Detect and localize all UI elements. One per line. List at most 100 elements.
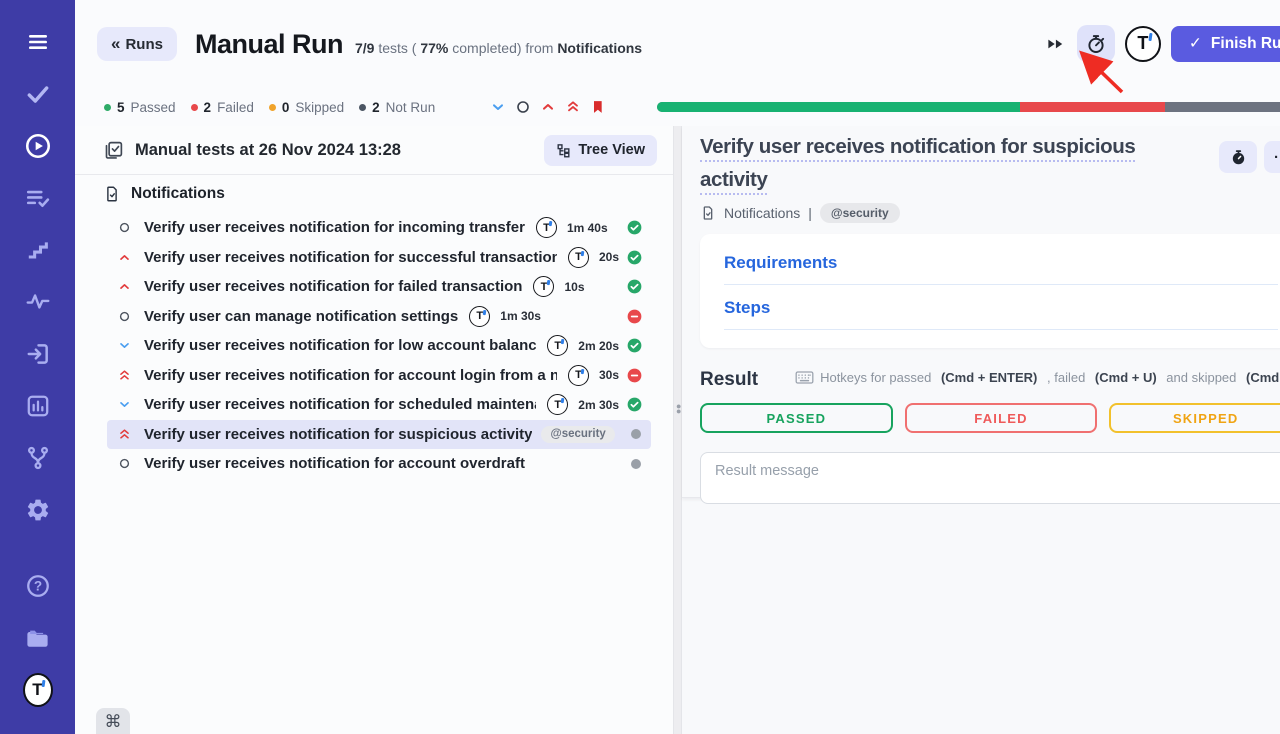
test-sections-card: Requirements Steps	[700, 234, 1280, 348]
steps-icon	[25, 237, 51, 263]
priority-normal-icon	[117, 221, 131, 234]
sidebar-item-help[interactable]: ?	[23, 572, 53, 600]
breadcrumb: Notifications	[724, 205, 800, 221]
test-row[interactable]: Verify user receives notification for lo…	[107, 331, 651, 361]
projects-folder-icon	[24, 625, 51, 652]
test-row-title: Verify user receives notification for lo…	[144, 337, 536, 354]
test-row-title: Verify user receives notification for in…	[144, 219, 525, 236]
sidebar-item-tasks[interactable]	[23, 80, 53, 108]
automation-logo-icon: T	[547, 394, 568, 415]
test-title[interactable]: Verify user receives notification for su…	[700, 130, 1162, 196]
more-icon: ···	[1274, 149, 1280, 166]
sidebar-item-test-plans[interactable]	[23, 184, 53, 212]
result-message-input[interactable]	[700, 452, 1280, 504]
content-split: Manual tests at 26 Nov 2024 13:28 Tree V…	[75, 126, 1280, 734]
sidebar-item-steps[interactable]	[23, 236, 53, 264]
automation-logo-icon: T	[469, 306, 490, 327]
test-row[interactable]: Verify user receives notification for su…	[107, 420, 651, 450]
test-row[interactable]: Verify user receives notification for su…	[107, 243, 651, 273]
test-row[interactable]: Verify user can manage notification sett…	[107, 302, 651, 332]
tree-view-button[interactable]: Tree View	[544, 135, 657, 166]
stat-failed: 2Failed	[191, 100, 254, 115]
section-requirements[interactable]: Requirements	[724, 240, 1278, 285]
status-notrun-icon	[622, 458, 642, 470]
test-row[interactable]: Verify user receives notification for in…	[107, 213, 651, 243]
user-avatar[interactable]: T	[1125, 26, 1161, 62]
skipped-dot-icon	[269, 104, 276, 111]
hotkeys-button[interactable]: ⌘	[96, 708, 130, 734]
test-list-panel: Manual tests at 26 Nov 2024 13:28 Tree V…	[75, 126, 673, 734]
sidebar-item-import[interactable]	[23, 340, 53, 368]
test-duration: 20s	[599, 250, 619, 264]
sidebar-item-pulse[interactable]	[23, 288, 53, 316]
sidebar-item-menu[interactable]	[23, 28, 53, 56]
test-duration: 10s	[564, 280, 584, 294]
timer-button[interactable]	[1077, 25, 1115, 62]
test-detail-panel: Verify user receives notification for su…	[682, 126, 1280, 734]
test-row[interactable]: Verify user receives notification for ac…	[107, 449, 651, 479]
progress-segment-failed	[1020, 102, 1165, 112]
filter-double-chevron-up-icon[interactable]	[565, 99, 581, 115]
status-passed-icon	[619, 279, 642, 294]
progress-segment-passed	[657, 102, 1020, 112]
detail-surface: Verify user receives notification for su…	[682, 126, 1280, 498]
keyboard-icon	[795, 370, 814, 385]
back-to-runs-button[interactable]: « Runs	[97, 27, 177, 61]
stat-notrun: 2Not Run	[359, 100, 435, 115]
notrun-dot-icon	[359, 104, 366, 111]
fast-forward-button[interactable]	[1046, 36, 1065, 52]
test-row[interactable]: Verify user receives notification for ac…	[107, 361, 651, 391]
test-row[interactable]: Verify user receives notification for sc…	[107, 390, 651, 420]
tasks-check-icon	[25, 81, 51, 107]
test-row-title: Verify user receives notification for ac…	[144, 455, 525, 472]
run-name: Manual tests at 26 Nov 2024 13:28	[135, 141, 401, 160]
test-row[interactable]: Verify user receives notification for fa…	[107, 272, 651, 302]
pulse-icon	[25, 289, 51, 315]
run-progress-bar	[657, 102, 1280, 112]
branches-icon	[25, 445, 51, 471]
logo-icon: T	[23, 673, 53, 707]
test-meta: Notifications | @security	[700, 203, 1280, 223]
svg-text:?: ?	[33, 579, 41, 594]
sidebar-item-projects[interactable]	[23, 624, 53, 652]
filter-chevron-down-icon[interactable]	[490, 99, 506, 115]
clipboard-check-icon	[103, 140, 124, 161]
tag-security[interactable]: @security	[820, 203, 900, 223]
folder-notifications[interactable]: Notifications	[75, 175, 673, 212]
document-check-icon	[700, 205, 716, 221]
section-steps[interactable]: Steps	[724, 285, 1278, 330]
test-row-title: Verify user receives notification for su…	[144, 249, 557, 266]
priority-filters	[490, 99, 606, 116]
finish-run-button[interactable]: ✓ Finish Run	[1171, 26, 1280, 62]
test-duration: 30s	[599, 368, 619, 382]
test-row-title: Verify user receives notification for fa…	[144, 278, 522, 295]
status-passed-icon	[619, 220, 642, 235]
sidebar-item-analytics[interactable]	[23, 392, 53, 420]
skipped-button[interactable]: SKIPPED	[1109, 403, 1280, 433]
automation-logo-icon: T	[533, 276, 554, 297]
sidebar-item-settings[interactable]	[23, 496, 53, 524]
priority-critical-icon	[117, 427, 131, 441]
status-passed-icon	[619, 397, 642, 412]
test-duration: 2m 30s	[578, 398, 619, 412]
test-row-title: Verify user receives notification for su…	[144, 426, 532, 443]
sidebar-item-logo[interactable]: T	[23, 676, 53, 704]
status-failed-icon	[619, 309, 642, 324]
sidebar-item-runs[interactable]	[23, 132, 53, 160]
fast-forward-icon	[1046, 36, 1065, 52]
filter-circle-icon[interactable]	[515, 99, 531, 115]
hotkeys-hint: Hotkeys for passed (Cmd + ENTER) , faile…	[795, 370, 1280, 385]
test-duration: 1m 40s	[567, 221, 608, 235]
filter-chevron-up-icon[interactable]	[540, 99, 556, 115]
topbar-actions: T ✓ Finish Run	[1046, 25, 1280, 62]
sidebar-item-branches[interactable]	[23, 444, 53, 472]
test-timer-button[interactable]	[1219, 141, 1257, 173]
priority-high-icon	[117, 251, 131, 264]
run-subtitle: 7/9 tests ( 77% completed) from Notifica…	[355, 40, 642, 56]
failed-button[interactable]: FAILED	[905, 403, 1098, 433]
filter-bookmark-icon[interactable]	[590, 99, 606, 116]
passed-button[interactable]: PASSED	[700, 403, 893, 433]
menu-icon	[24, 30, 52, 54]
panel-resizer[interactable]: ●●	[673, 126, 682, 734]
more-options-button[interactable]: ···	[1264, 141, 1280, 173]
